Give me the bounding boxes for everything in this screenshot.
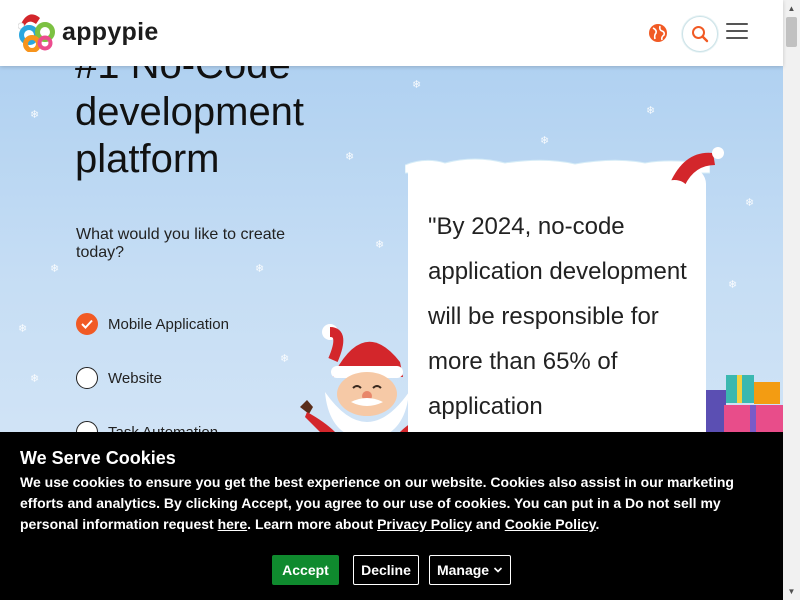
page-scrollbar[interactable]: ▲ ▼ <box>783 0 800 600</box>
cookie-title: We Serve Cookies <box>20 448 176 468</box>
brand-name: appypie <box>62 17 159 46</box>
option-label: Website <box>108 369 162 387</box>
globe-icon[interactable] <box>648 23 668 43</box>
option-website[interactable]: Website <box>76 367 162 389</box>
snowflake-icon: ❄ <box>375 239 385 251</box>
search-button[interactable] <box>682 16 718 52</box>
site-header: appypie <box>0 0 783 66</box>
snowflake-icon: ❄ <box>728 279 738 291</box>
snowflake-icon: ❄ <box>745 197 755 209</box>
chevron-down-icon <box>493 567 503 573</box>
search-icon <box>692 26 709 43</box>
cookie-banner: We Serve Cookies We use cookies to ensur… <box>0 432 783 600</box>
cookie-policy-link[interactable]: Cookie Policy <box>505 516 596 532</box>
scroll-down-arrow-icon[interactable]: ▼ <box>783 583 800 600</box>
checked-radio-icon[interactable] <box>76 313 98 335</box>
manage-label: Manage <box>436 562 490 578</box>
gift-boxes-illustration <box>706 375 783 432</box>
snowflake-icon: ❄ <box>50 263 60 275</box>
snowflake-icon: ❄ <box>540 135 550 147</box>
cookie-text: . Learn more about <box>247 516 378 532</box>
create-question: What would you like to create today? <box>76 226 285 261</box>
cookie-text: and <box>472 516 505 532</box>
santa-hat-icon <box>667 147 724 189</box>
quote-card: "By 2024, no-code application developmen… <box>408 168 706 468</box>
snowflake-icon: ❄ <box>280 353 290 365</box>
appypie-logo[interactable]: appypie <box>18 12 159 52</box>
manage-button[interactable]: Manage <box>429 555 511 585</box>
decline-button[interactable]: Decline <box>353 555 419 585</box>
option-mobile-application[interactable]: Mobile Application <box>76 313 229 335</box>
quote-text: "By 2024, no-code application developmen… <box>428 213 687 420</box>
scrollbar-thumb[interactable] <box>786 17 797 47</box>
option-label: Mobile Application <box>108 315 229 333</box>
snowflake-icon: ❄ <box>255 263 265 275</box>
here-link[interactable]: here <box>218 516 248 532</box>
cookie-message: We use cookies to ensure you get the bes… <box>20 472 760 535</box>
hamburger-menu-icon[interactable] <box>726 23 748 41</box>
snowflake-icon: ❄ <box>412 79 422 91</box>
snowflake-icon: ❄ <box>18 323 28 335</box>
appypie-logo-icon <box>18 14 55 52</box>
scroll-up-arrow-icon[interactable]: ▲ <box>783 0 800 17</box>
snowflake-icon: ❄ <box>646 105 656 117</box>
snowflake-icon: ❄ <box>30 109 40 121</box>
cookie-text: . <box>595 516 600 532</box>
radio-icon[interactable] <box>76 367 98 389</box>
privacy-policy-link[interactable]: Privacy Policy <box>377 516 472 532</box>
snowflake-icon: ❄ <box>30 373 40 385</box>
accept-button[interactable]: Accept <box>272 555 339 585</box>
